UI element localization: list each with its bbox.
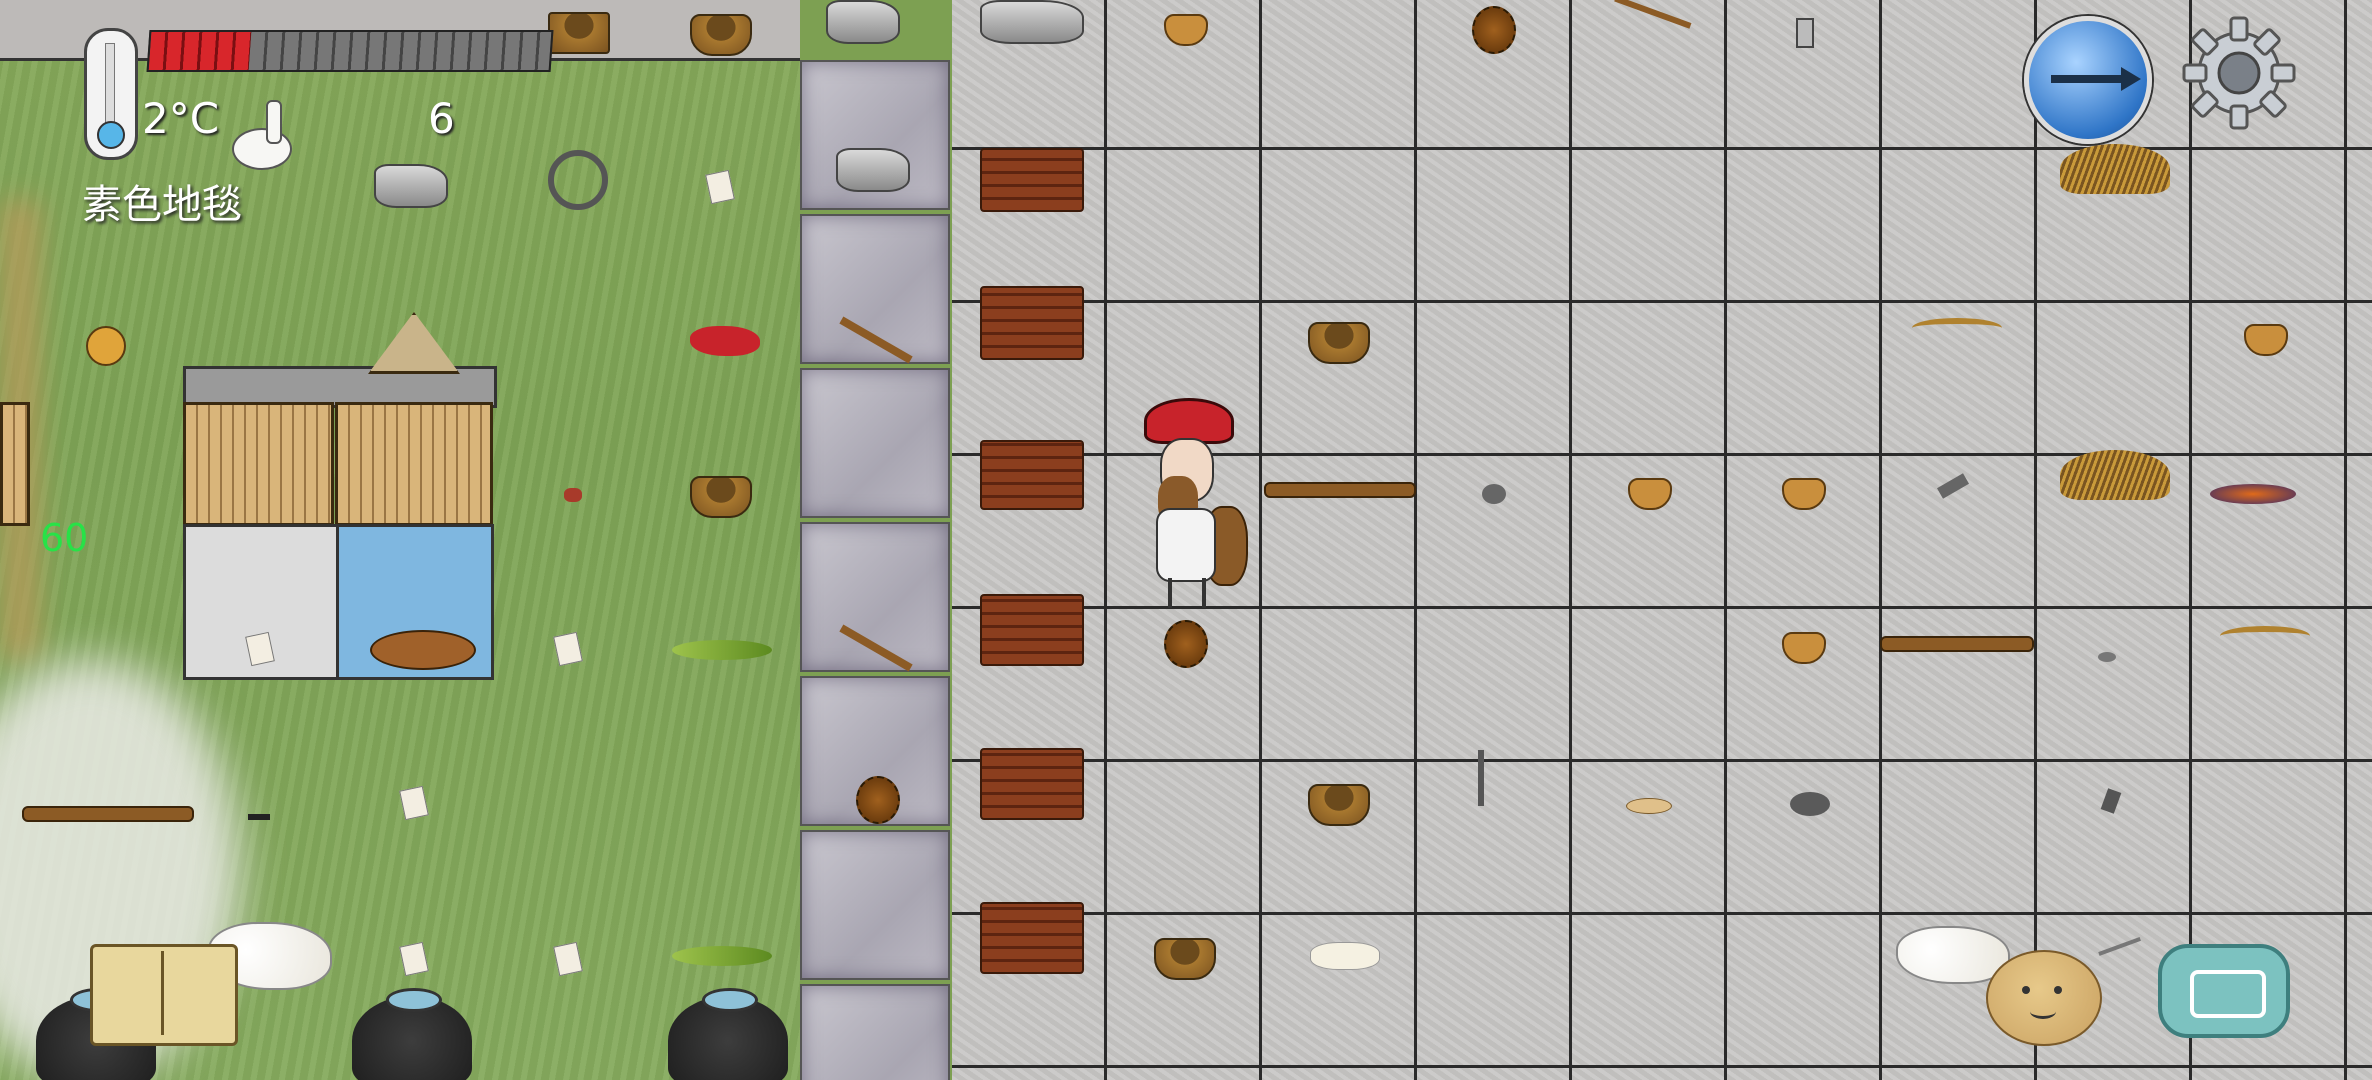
stones-item[interactable] xyxy=(1790,792,1830,816)
straw-item[interactable] xyxy=(2060,450,2170,500)
berry-item[interactable] xyxy=(564,488,582,502)
fps-counter: 60 xyxy=(40,516,89,560)
thermometer-icon xyxy=(84,28,138,160)
basket-item[interactable] xyxy=(1308,784,1370,826)
fruit-item[interactable] xyxy=(86,326,126,366)
adobe-bricks-item[interactable] xyxy=(980,594,1084,666)
potato-face-icon[interactable] xyxy=(1986,950,2102,1046)
bow-item[interactable] xyxy=(1912,318,2002,338)
adobe-bricks-item[interactable] xyxy=(980,148,1084,212)
basket-item[interactable] xyxy=(1308,322,1370,364)
adobe-bricks-item[interactable] xyxy=(980,286,1084,360)
player-shirt xyxy=(1156,508,1216,582)
flint-stones-item[interactable] xyxy=(836,148,910,192)
long-stick-item[interactable] xyxy=(1880,636,2034,652)
flint-stones-item[interactable] xyxy=(374,164,448,208)
goose-creature[interactable] xyxy=(232,100,298,170)
wool-item[interactable] xyxy=(1310,942,1380,970)
small-item[interactable] xyxy=(248,814,270,820)
food-meter-empty xyxy=(248,32,552,70)
compass-icon[interactable] xyxy=(2024,16,2152,144)
book-icon[interactable] xyxy=(90,944,238,1046)
wooden-wall[interactable] xyxy=(335,402,493,526)
basket-item[interactable] xyxy=(690,14,752,56)
red-cloth-item[interactable] xyxy=(690,326,760,356)
burr-item[interactable] xyxy=(1164,620,1208,668)
bow-item[interactable] xyxy=(2220,626,2310,646)
wooden-wall[interactable] xyxy=(183,402,334,526)
burr-item[interactable] xyxy=(1472,6,1516,54)
barrel-item[interactable] xyxy=(548,12,610,54)
food-meter-fill xyxy=(148,32,252,70)
wooden-wall[interactable] xyxy=(0,402,30,526)
small-stone-item[interactable] xyxy=(2098,652,2116,662)
fire-embers-item[interactable] xyxy=(2210,484,2296,504)
keyboard-icon[interactable] xyxy=(2158,944,2290,1038)
held-count: 6 xyxy=(428,94,455,143)
adobe-bricks-item[interactable] xyxy=(980,902,1084,974)
water-pot[interactable] xyxy=(668,988,788,1080)
flint-stones-item[interactable] xyxy=(980,0,1084,44)
straw-item[interactable] xyxy=(2060,144,2170,194)
flat-bread-item[interactable] xyxy=(1626,798,1672,814)
hover-tile-name: 素色地毯 xyxy=(82,182,242,228)
leaves-item[interactable] xyxy=(672,946,772,966)
dead-animal-item[interactable] xyxy=(370,630,476,670)
basket-item[interactable] xyxy=(1154,938,1216,980)
long-stick-item[interactable] xyxy=(1264,482,1416,498)
temperature-readout: 2°C xyxy=(142,94,220,143)
basket-item[interactable] xyxy=(690,476,752,518)
leaves-item[interactable] xyxy=(672,640,772,660)
flask-item[interactable] xyxy=(1796,18,1814,48)
stick-item[interactable] xyxy=(22,806,194,822)
round-stone-item[interactable] xyxy=(1482,484,1506,504)
adobe-bricks-item[interactable] xyxy=(980,748,1084,820)
game-world[interactable] xyxy=(0,0,2372,1080)
water-pot[interactable] xyxy=(352,988,472,1080)
food-meter xyxy=(146,30,554,72)
adobe-bricks-item[interactable] xyxy=(980,440,1084,510)
flint-stones-item[interactable] xyxy=(826,0,900,44)
player-character[interactable] xyxy=(1150,438,1248,608)
burr-item[interactable] xyxy=(856,776,900,824)
spindle-item[interactable] xyxy=(1478,750,1484,806)
player-legs xyxy=(1168,578,1206,608)
gear-icon[interactable] xyxy=(2180,14,2298,132)
rope-coil-item[interactable] xyxy=(548,150,608,210)
